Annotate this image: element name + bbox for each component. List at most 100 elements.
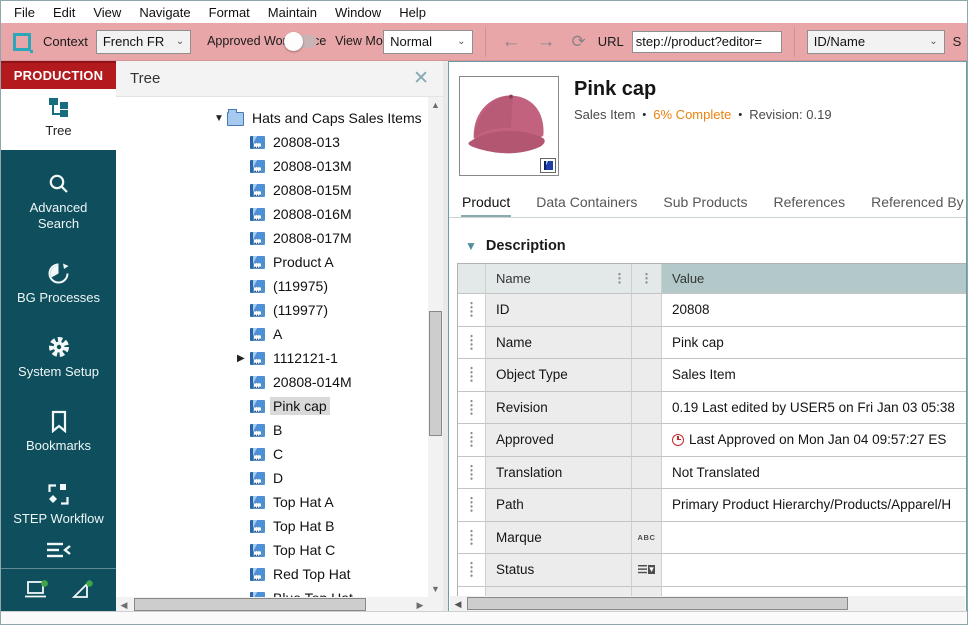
row-drag-handle[interactable]	[458, 326, 486, 359]
tree-item[interactable]: Product A	[116, 250, 428, 274]
menu-item[interactable]: View	[84, 3, 130, 22]
tree-item[interactable]: 20808-015M	[116, 178, 428, 202]
row-drag-handle[interactable]	[458, 424, 486, 457]
attribute-value[interactable]: Not Translated	[662, 456, 966, 489]
menu-item[interactable]: Window	[326, 3, 390, 22]
attribute-value[interactable]: Last Approved on Mon Jan 04 09:57:27 ES	[662, 424, 966, 457]
name-column-header[interactable]: Name	[486, 264, 632, 294]
context-select[interactable]: French FR ⌄	[95, 29, 192, 54]
collapse-sidebar-button[interactable]	[1, 536, 116, 568]
tree-item[interactable]: B	[116, 418, 428, 442]
back-button[interactable]: ←	[498, 32, 525, 51]
forward-button[interactable]: →	[533, 32, 560, 51]
editor-tab[interactable]: Data Containers	[535, 190, 638, 217]
chevron-down-icon: ⌄	[457, 36, 466, 47]
scroll-left-icon[interactable]: ◀	[450, 596, 466, 612]
sidebar-item-bg-processes[interactable]: BG Processes	[1, 253, 116, 315]
editor-tab[interactable]: Product	[461, 190, 512, 217]
main-area: PRODUCTION Tree Advanced Search BG Proce…	[1, 61, 968, 613]
menu-item[interactable]: File	[5, 3, 44, 22]
tree-item[interactable]: 1112121-1	[116, 346, 428, 370]
collapse-section-icon[interactable]: ▼	[465, 239, 477, 253]
tree-item[interactable]: 20808-014M	[116, 370, 428, 394]
sidebar-item-advanced-search[interactable]: Advanced Search	[1, 164, 116, 240]
scroll-up-icon[interactable]: ▲	[428, 97, 443, 113]
sidebar-item-system-setup[interactable]: System Setup	[1, 326, 116, 389]
type-column-header[interactable]	[632, 264, 662, 294]
approved-workspace-label: Approved Workspace	[207, 34, 327, 49]
tree-item[interactable]: Top Hat C	[116, 538, 428, 562]
expander-icon[interactable]	[214, 113, 227, 124]
tree-item[interactable]: A	[116, 322, 428, 346]
sidebar-item-tree[interactable]: Tree	[1, 88, 116, 151]
row-drag-handle[interactable]	[458, 391, 486, 424]
value-column-header[interactable]: Value	[662, 264, 966, 294]
row-drag-handle[interactable]	[458, 456, 486, 489]
tree-item[interactable]: 20808-013M	[116, 154, 428, 178]
scroll-down-icon[interactable]: ▼	[428, 581, 443, 597]
node-icon	[250, 424, 265, 437]
attribute-type-icon	[632, 326, 662, 359]
tree-item[interactable]: Top Hat A	[116, 490, 428, 514]
column-menu-icon[interactable]	[645, 272, 648, 285]
tree-item[interactable]: C	[116, 442, 428, 466]
scrollbar-thumb[interactable]	[467, 597, 849, 610]
attribute-value[interactable]	[662, 521, 966, 554]
sidebar-item-bookmarks[interactable]: Bookmarks	[1, 401, 116, 463]
clipped-search-text: S	[952, 34, 962, 49]
expander-icon[interactable]	[237, 353, 250, 364]
tree-vertical-scrollbar[interactable]: ▲ ▼	[428, 97, 443, 597]
product-thumbnail[interactable]	[459, 76, 559, 176]
view-mode-select[interactable]: Normal ⌄	[383, 29, 473, 54]
node-icon	[250, 208, 265, 221]
tree-item[interactable]: 20808-013	[116, 130, 428, 154]
attribute-value[interactable]: Sales Item	[662, 359, 966, 392]
menu-item[interactable]: Format	[200, 3, 259, 22]
toolbar-separator	[484, 26, 486, 57]
row-drag-handle[interactable]	[458, 554, 486, 587]
tree-item[interactable]: 20808-016M	[116, 202, 428, 226]
menu-item[interactable]: Navigate	[130, 3, 199, 22]
scrollbar-thumb[interactable]	[429, 311, 442, 436]
attribute-value[interactable]: Primary Product Hierarchy/Products/Appar…	[662, 489, 966, 522]
attribute-type-icon	[632, 424, 662, 457]
tree-item[interactable]: D	[116, 466, 428, 490]
refresh-button[interactable]: ⟳	[568, 33, 590, 50]
attribute-value[interactable]	[662, 554, 966, 587]
close-icon[interactable]: ✕	[409, 69, 433, 88]
approved-workspace-toggle[interactable]	[284, 32, 318, 51]
sidebar-item-step-workflow[interactable]: STEP Workflow	[1, 474, 116, 536]
tree-item[interactable]: Pink cap	[116, 394, 428, 418]
gear-icon	[47, 335, 71, 359]
row-drag-handle[interactable]	[458, 294, 486, 327]
editor-tab[interactable]: Sub Products	[662, 190, 748, 217]
editor-tab[interactable]: References	[772, 190, 846, 217]
menu-item[interactable]: Maintain	[259, 3, 326, 22]
node-icon	[250, 496, 265, 509]
tree-item[interactable]: Hats and Caps Sales Items	[116, 106, 428, 130]
editor-tab[interactable]: Referenced By	[870, 190, 965, 217]
column-menu-icon[interactable]	[618, 272, 621, 285]
target-type-select[interactable]: ID/Name ⌄	[806, 29, 945, 54]
window-bottom-edge	[1, 611, 967, 624]
url-input[interactable]	[631, 30, 782, 53]
tree-item[interactable]: (119977)	[116, 298, 428, 322]
tree-item[interactable]: (119975)	[116, 274, 428, 298]
editor-horizontal-scrollbar[interactable]: ◀	[450, 596, 965, 612]
attribute-name: Path	[486, 489, 632, 522]
row-drag-handle[interactable]	[458, 521, 486, 554]
attribute-value[interactable]: 20808	[662, 294, 966, 327]
row-drag-handle[interactable]	[458, 489, 486, 522]
scrollbar-thumb[interactable]	[134, 598, 366, 611]
attribute-value[interactable]: 0.19 Last edited by USER5 on Fri Jan 03 …	[662, 391, 966, 424]
tree-item[interactable]: 20808-017M	[116, 226, 428, 250]
online-clients-icon[interactable]	[24, 580, 49, 600]
tree-item[interactable]: Red Top Hat	[116, 562, 428, 586]
menu-item[interactable]: Edit	[44, 3, 84, 22]
menu-item[interactable]: Help	[390, 3, 435, 22]
row-drag-handle[interactable]	[458, 359, 486, 392]
tree-item[interactable]: Top Hat B	[116, 514, 428, 538]
attribute-value[interactable]: Pink cap	[662, 326, 966, 359]
tree-item[interactable]: Blue Top Hat	[116, 586, 428, 597]
connection-status-icon[interactable]	[71, 580, 94, 600]
